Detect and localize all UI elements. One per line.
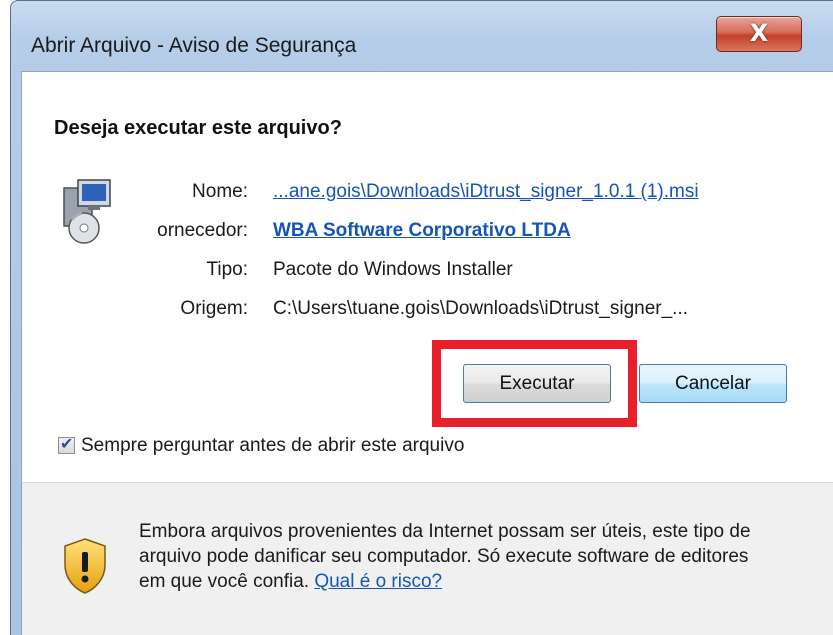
always-ask-checkbox[interactable]: ✔	[58, 434, 75, 454]
shield-warning-icon	[64, 538, 106, 594]
dialog-content: Deseja executar este arquivo? Nome: ...a…	[21, 71, 833, 635]
type-value: Pacote do Windows Installer	[273, 259, 513, 280]
publisher-label: ornecedor:	[157, 220, 248, 241]
dialog-question: Deseja executar este arquivo?	[54, 117, 342, 139]
close-button[interactable]: X	[716, 16, 802, 52]
warning-message: Embora arquivos provenientes da Internet…	[139, 521, 751, 592]
warning-text: Embora arquivos provenientes da Internet…	[139, 519, 779, 594]
close-icon: X	[749, 19, 769, 47]
always-ask-label[interactable]: Sempre perguntar antes de abrir este arq…	[81, 435, 464, 457]
origin-value: C:\Users\tuane.gois\Downloads\iDtrust_si…	[273, 298, 689, 319]
file-name-link[interactable]: ...ane.gois\Downloads\iDtrust_signer_1.0…	[273, 181, 699, 203]
publisher-link[interactable]: WBA Software Corporativo LTDA	[273, 220, 571, 242]
window-title: Abrir Arquivo - Aviso de Segurança	[31, 34, 357, 57]
title-bar[interactable]: Abrir Arquivo - Aviso de Segurança X	[11, 1, 833, 65]
origin-label: Origem:	[180, 298, 248, 319]
risk-link[interactable]: Qual é o risco?	[314, 571, 442, 592]
checkmark-icon: ✔	[60, 434, 74, 453]
run-button[interactable]: Executar	[463, 364, 611, 403]
type-label: Tipo:	[206, 259, 248, 280]
cancel-button[interactable]: Cancelar	[639, 364, 787, 403]
warning-footer: Embora arquivos provenientes da Internet…	[22, 482, 833, 635]
name-label: Nome:	[192, 181, 248, 202]
